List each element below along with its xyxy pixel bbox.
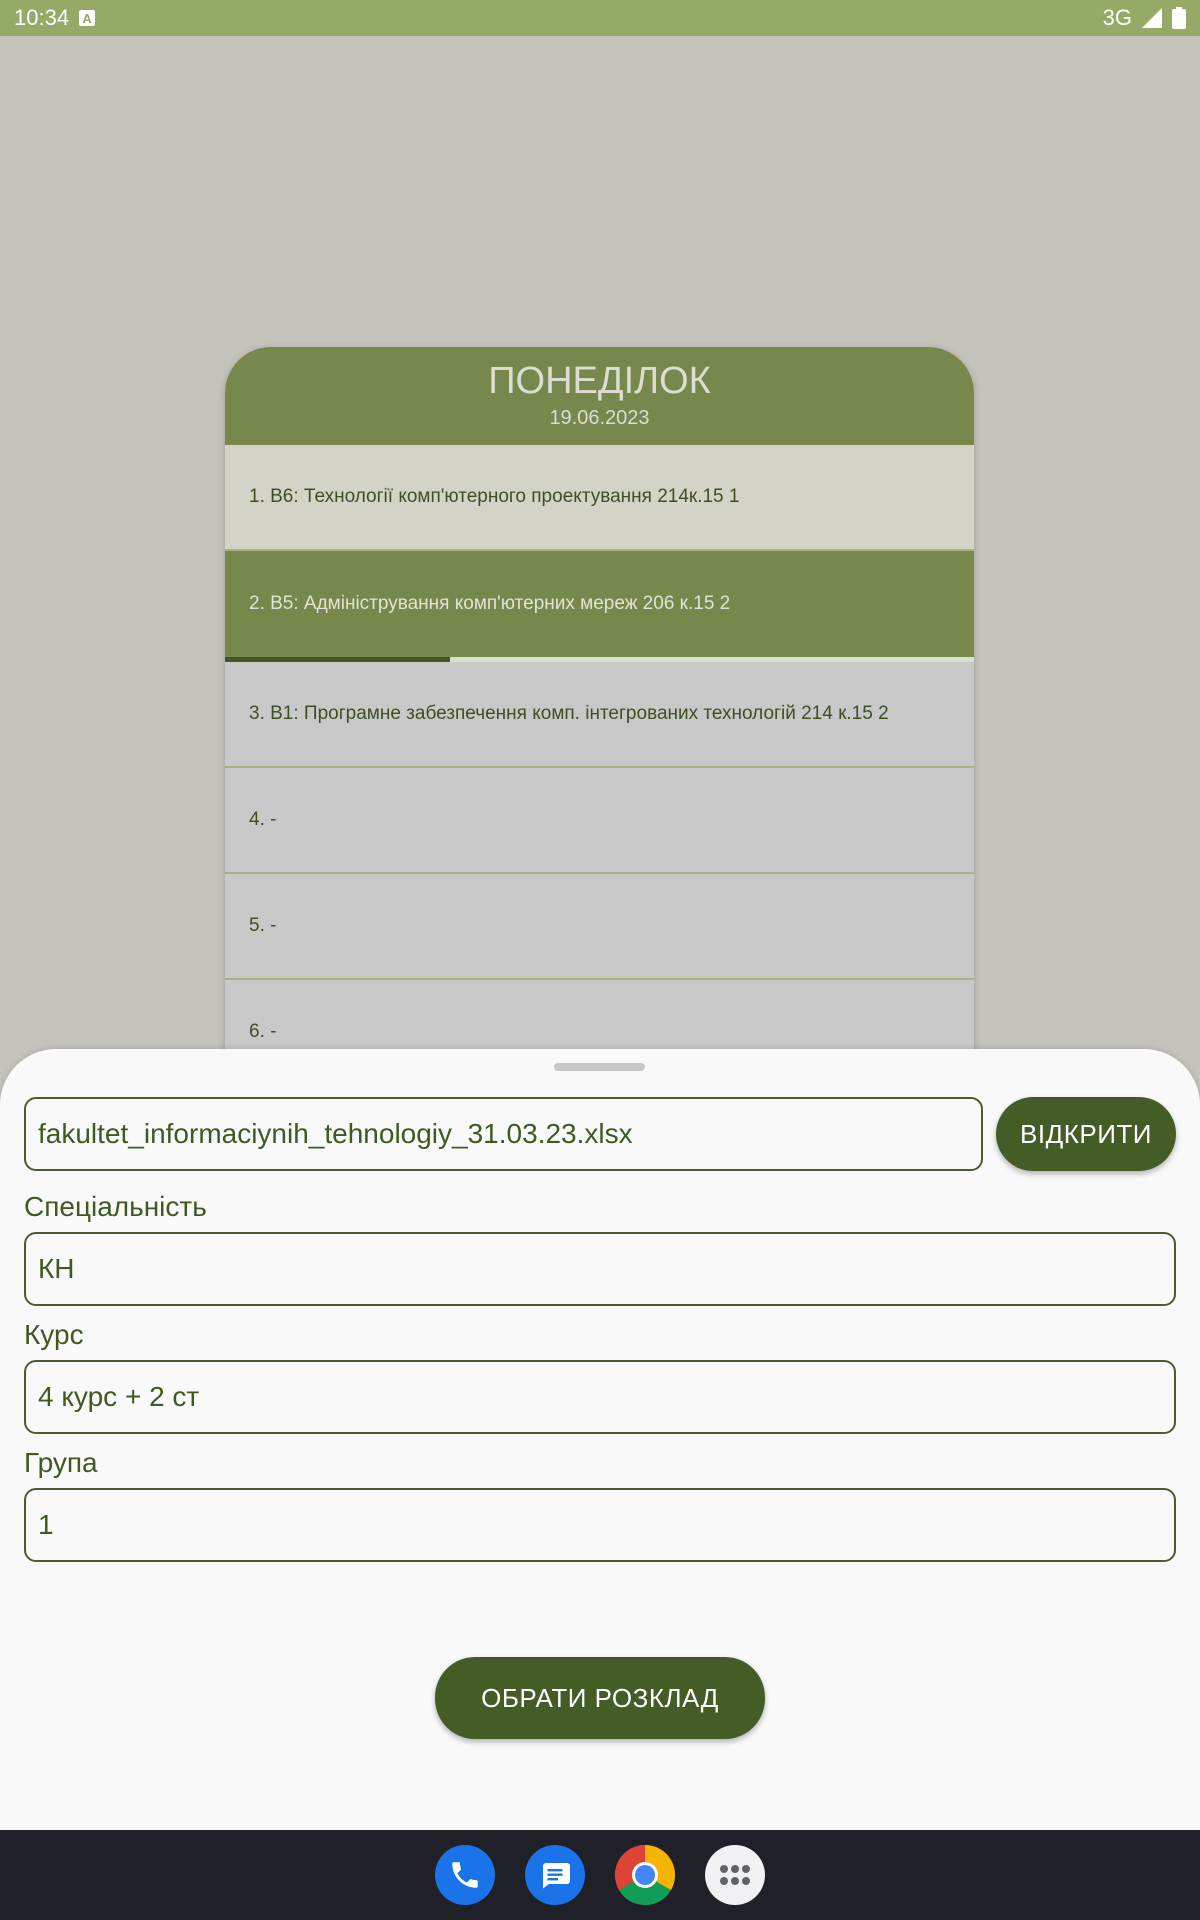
course-field[interactable]: 4 курс + 2 ст	[24, 1360, 1176, 1434]
lesson-item-active[interactable]: 2. B5: Адміністрування комп'ютерних мере…	[225, 551, 974, 657]
status-time: 10:34	[14, 5, 70, 30]
phone-icon[interactable]	[435, 1845, 495, 1905]
app-drawer-icon[interactable]	[705, 1845, 765, 1905]
bottom-sheet: fakultet_informaciynih_tehnologiy_31.03.…	[0, 1049, 1200, 1830]
lesson-text: 4. -	[249, 809, 277, 830]
select-schedule-button[interactable]: ОБРАТИ РОЗКЛАД	[435, 1657, 765, 1739]
specialty-label: Спеціальність	[24, 1191, 207, 1222]
status-bar: 10:34 A 3G	[0, 0, 1200, 36]
lesson-item[interactable]: 3. B1: Програмне забезпечення комп. інте…	[225, 662, 974, 768]
messages-icon[interactable]	[525, 1845, 585, 1905]
day-date: 19.06.2023	[549, 407, 650, 429]
chrome-icon[interactable]	[615, 1845, 675, 1905]
open-file-button[interactable]: ВІДКРИТИ	[996, 1097, 1176, 1171]
lesson-text: 6. -	[249, 1021, 277, 1042]
group-field[interactable]: 1	[24, 1488, 1176, 1562]
a-notification-icon: A	[79, 10, 96, 26]
lesson-text: 3. B1: Програмне забезпечення комп. інте…	[249, 703, 889, 724]
course-value: 4 курс + 2 ст	[38, 1381, 200, 1412]
lesson-text: 1. B6: Технології комп'ютерного проектув…	[249, 486, 740, 507]
file-name-field[interactable]: fakultet_informaciynih_tehnologiy_31.03.…	[24, 1097, 983, 1171]
group-value: 1	[38, 1509, 54, 1540]
lesson-text: 2. B5: Адміністрування комп'ютерних мере…	[249, 593, 731, 614]
course-label: Курс	[24, 1319, 84, 1350]
group-label: Група	[24, 1447, 98, 1478]
lesson-item[interactable]: 4. -	[225, 768, 974, 874]
schedule-card[interactable]: ПОНЕДІЛОК 19.06.2023 1. B6: Технології к…	[225, 347, 974, 1067]
battery-icon	[1172, 7, 1186, 29]
specialty-value: КН	[38, 1253, 75, 1284]
dock-bar	[0, 1830, 1200, 1920]
lesson-item[interactable]: 5. -	[225, 874, 974, 980]
open-file-label: ВІДКРИТИ	[1020, 1118, 1152, 1149]
network-type: 3G	[1102, 5, 1132, 30]
file-name-value: fakultet_informaciynih_tehnologiy_31.03.…	[38, 1118, 633, 1149]
lesson-progress-bar	[225, 657, 974, 662]
select-schedule-label: ОБРАТИ РОЗКЛАД	[481, 1682, 719, 1713]
lesson-item[interactable]: 1. B6: Технології комп'ютерного проектув…	[225, 445, 974, 551]
lesson-progress-fill	[225, 657, 450, 662]
drag-handle[interactable]	[554, 1063, 645, 1071]
signal-icon	[1142, 8, 1162, 28]
lesson-text: 5. -	[249, 915, 277, 936]
day-title: ПОНЕДІЛОК	[488, 360, 711, 402]
schedule-header: ПОНЕДІЛОК 19.06.2023	[225, 347, 974, 445]
specialty-field[interactable]: КН	[24, 1232, 1176, 1306]
